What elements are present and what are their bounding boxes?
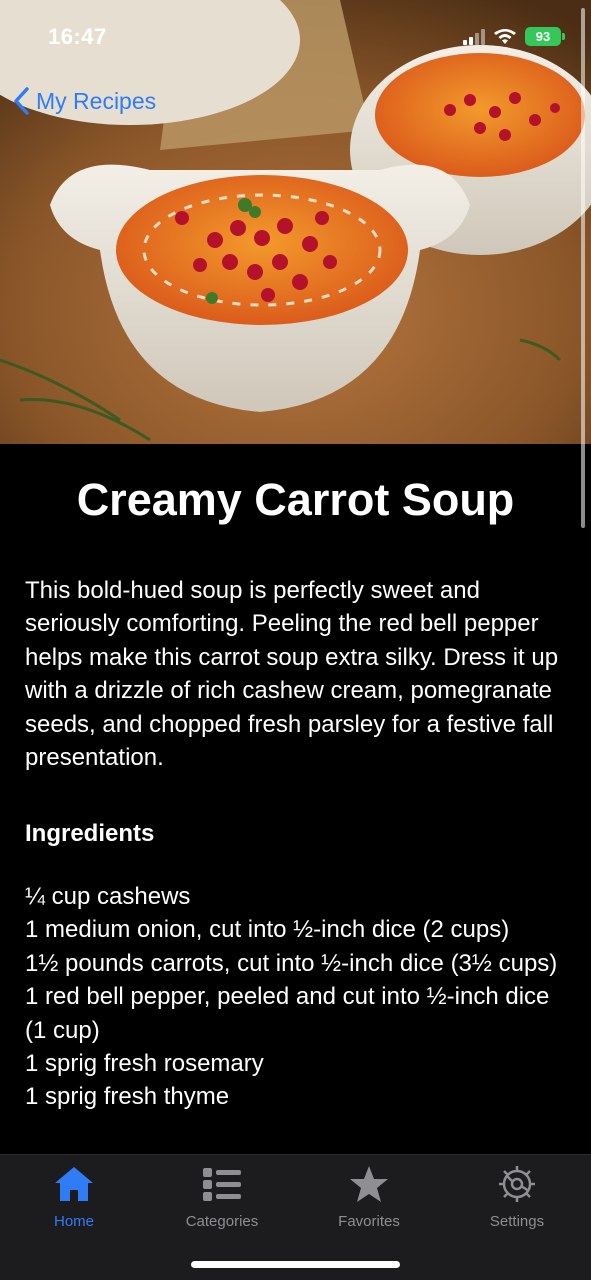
recipe-detail-screen: 16:47 93 My Recipes Creamy Carrot Soup T… xyxy=(0,0,591,1280)
recipe-description: This bold-hued soup is perfectly sweet a… xyxy=(25,577,559,772)
chevron-left-icon xyxy=(14,87,29,115)
battery-icon: 93 xyxy=(525,27,565,46)
back-button[interactable]: My Recipes xyxy=(12,86,156,116)
ingredient-item: 1 red bell pepper, peeled and cut into ½… xyxy=(25,983,550,1044)
status-time: 16:47 xyxy=(48,24,107,49)
back-button-label: My Recipes xyxy=(36,87,157,114)
tab-settings[interactable]: Settings xyxy=(443,1163,591,1230)
tab-home-label: Home xyxy=(53,1213,94,1230)
gear-icon xyxy=(495,1163,539,1205)
ingredient-item: 1½ pounds carrots, cut into ½-inch dice … xyxy=(25,949,558,977)
wifi-icon xyxy=(494,28,516,44)
home-indicator[interactable] xyxy=(191,1261,400,1268)
tab-home[interactable]: Home xyxy=(0,1163,148,1230)
list-icon xyxy=(200,1163,244,1205)
tab-favorites[interactable]: Favorites xyxy=(295,1163,443,1230)
recipe-content[interactable]: Creamy Carrot Soup This bold-hued soup i… xyxy=(0,444,591,1154)
house-icon xyxy=(52,1163,96,1205)
signal-icon xyxy=(463,28,485,45)
tab-favorites-label: Favorites xyxy=(338,1213,400,1230)
ingredient-item: 1 sprig fresh thyme xyxy=(25,1083,230,1111)
ingredient-item: 1 medium onion, cut into ½-inch dice (2 … xyxy=(25,916,510,944)
battery-tip xyxy=(562,33,565,40)
battery-level: 93 xyxy=(535,29,551,44)
tab-categories-label: Categories xyxy=(185,1213,259,1230)
scroll-indicator[interactable] xyxy=(581,8,585,528)
ingredients-list: ¼ cup cashews 1 medium onion, cut into ½… xyxy=(25,880,575,1114)
tab-categories[interactable]: Categories xyxy=(148,1163,296,1230)
status-icons: 93 xyxy=(463,27,565,46)
status-bar: 16:47 93 xyxy=(0,0,591,76)
star-icon xyxy=(347,1163,391,1205)
ingredient-item: ¼ cup cashews xyxy=(25,883,191,910)
tab-bar: Home Categories Favorites Settings xyxy=(0,1154,591,1280)
ingredients-heading: Ingredients xyxy=(25,820,155,847)
tab-settings-label: Settings xyxy=(489,1213,545,1230)
recipe-title: Creamy Carrot Soup xyxy=(76,474,515,525)
ingredient-item: 1 sprig fresh rosemary xyxy=(25,1050,264,1078)
